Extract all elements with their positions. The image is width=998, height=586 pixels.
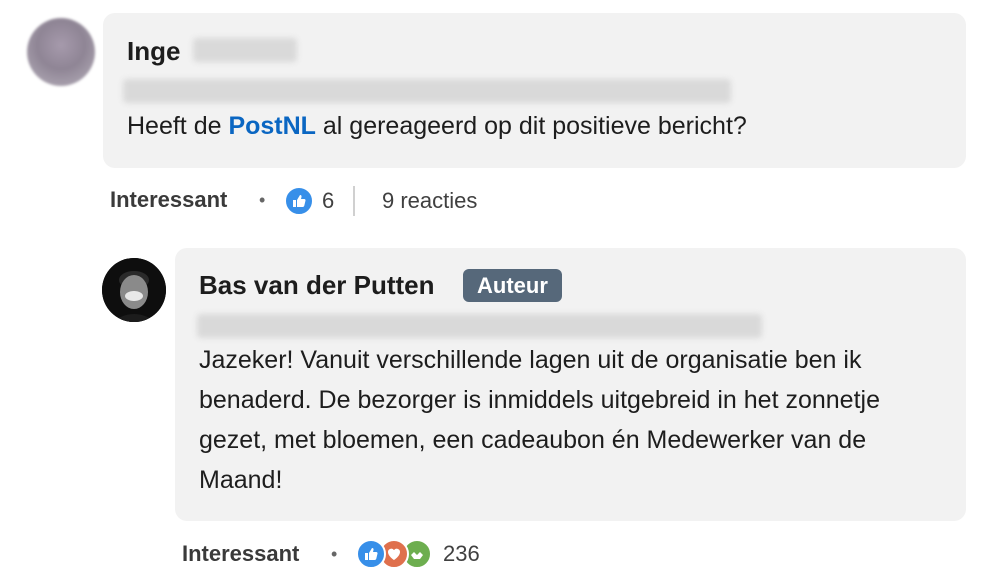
avatar[interactable] (27, 18, 95, 86)
avatar[interactable] (102, 258, 166, 322)
reaction-count[interactable]: 236 (443, 541, 480, 567)
react-button[interactable]: Interessant (182, 541, 299, 567)
mention-link[interactable]: PostNL (228, 112, 316, 140)
redacted-headline (197, 314, 762, 338)
replies-link[interactable]: 9 reacties (382, 188, 477, 214)
comment-text: Jazeker! Vanuit verschillende lagen uit … (199, 346, 880, 494)
redacted-headline (123, 79, 731, 103)
reaction-count[interactable]: 6 (322, 188, 334, 214)
separator-dot: • (259, 190, 266, 210)
like-icon (356, 539, 386, 569)
separator-dot: • (331, 544, 338, 564)
comment-text: Heeft de PostNL al gereageerd op dit pos… (127, 112, 747, 140)
author-badge: Auteur (463, 269, 562, 302)
divider (353, 186, 355, 216)
redacted-last-name (193, 38, 297, 62)
author-name[interactable]: Bas van der Putten (199, 270, 435, 301)
author-name[interactable]: Inge (127, 36, 180, 67)
react-button[interactable]: Interessant (110, 187, 227, 213)
like-icon (284, 186, 314, 216)
